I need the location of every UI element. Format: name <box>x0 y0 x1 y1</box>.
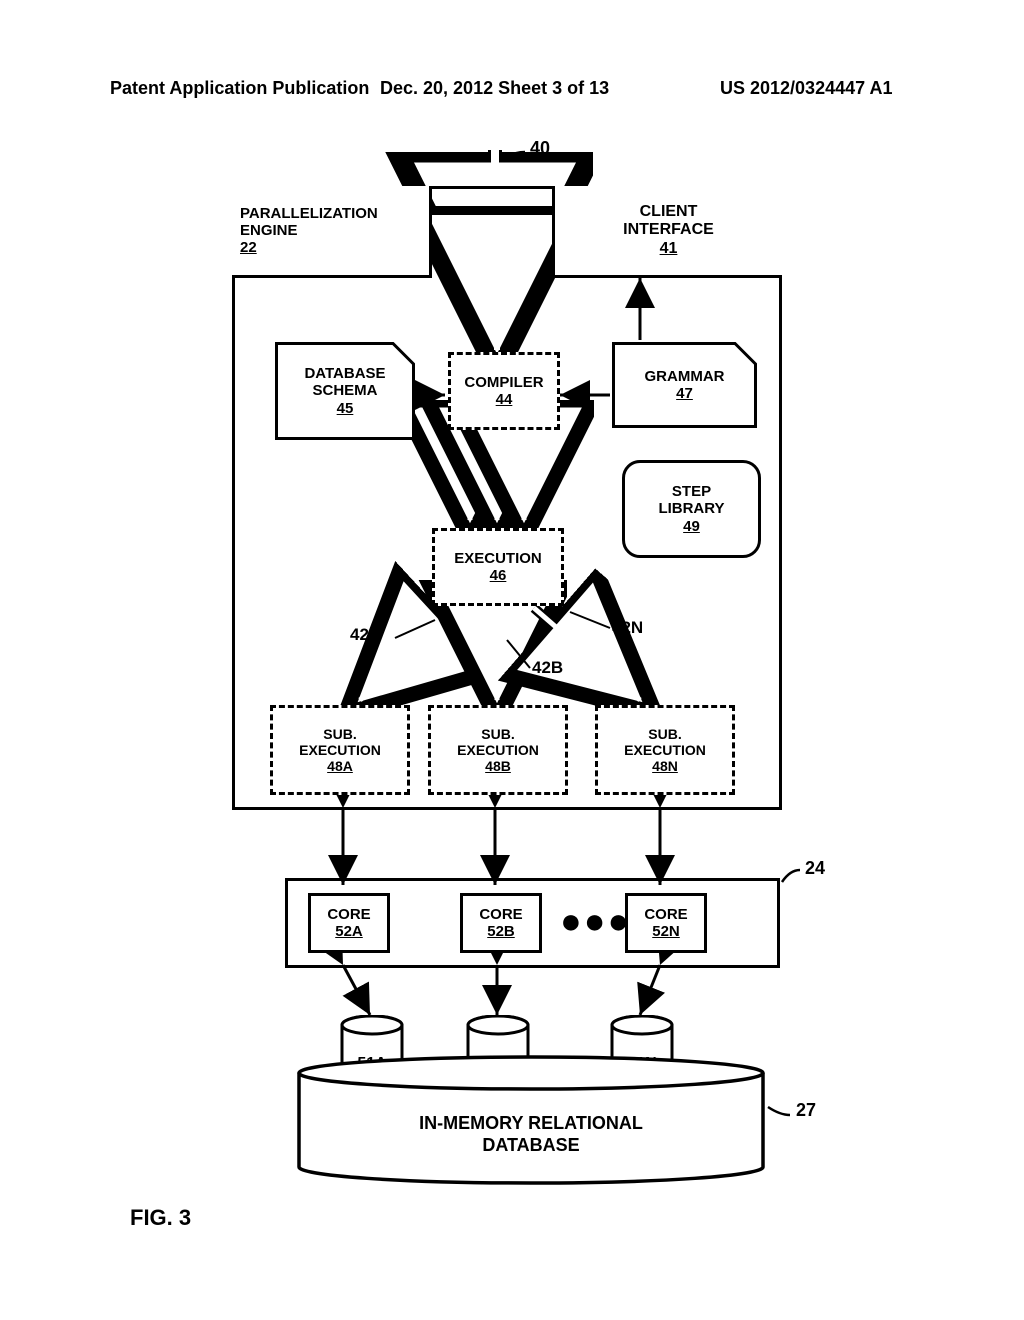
db-l1: IN-MEMORY RELATIONAL <box>296 1113 766 1135</box>
sub-exec-n-l2: EXECUTION <box>624 742 706 758</box>
execution-l1: EXECUTION <box>454 550 542 567</box>
schema-l1: DATABASE <box>304 365 385 382</box>
cores-ellipsis: ●●● <box>560 900 631 942</box>
compiler-l1: COMPILER <box>464 374 543 391</box>
ref-24: 24 <box>805 858 825 879</box>
grammar-doc: GRAMMAR 47 <box>612 342 757 428</box>
client-interface-l1: CLIENT <box>640 203 698 221</box>
ref-42b: 42B <box>532 658 563 678</box>
sub-exec-n-ref: 48N <box>652 758 678 774</box>
sub-exec-a-ref: 48A <box>327 758 353 774</box>
steplib-ref: 49 <box>683 518 700 535</box>
steplib-l1: STEP <box>672 483 711 500</box>
sub-exec-n: SUB. EXECUTION 48N <box>595 705 735 795</box>
core-n-label: CORE <box>644 906 687 923</box>
client-interface-ref: 41 <box>660 240 678 258</box>
header-left: Patent Application Publication <box>110 78 369 99</box>
compiler-box: COMPILER 44 <box>448 352 560 430</box>
sub-exec-n-l1: SUB. <box>648 726 681 742</box>
sub-exec-b-l1: SUB. <box>481 726 514 742</box>
ref-40: 40 <box>530 138 550 159</box>
page: Patent Application Publication Dec. 20, … <box>0 0 1024 1320</box>
schema-l2: SCHEMA <box>304 382 385 399</box>
schema-ref: 45 <box>304 400 385 417</box>
core-a-ref: 52A <box>335 923 363 940</box>
ref-42a: 42A <box>350 625 381 645</box>
core-b: CORE 52B <box>460 893 542 953</box>
client-interface-box: CLIENT INTERFACE 41 <box>552 186 782 278</box>
database-schema-doc: DATABASE SCHEMA 45 <box>275 342 415 440</box>
core-b-label: CORE <box>479 906 522 923</box>
ref-42n: 42N <box>612 618 643 638</box>
client-interface-l2: INTERFACE <box>623 221 714 239</box>
engine-title-l1: PARALLELIZATION <box>240 205 378 222</box>
core-a-label: CORE <box>327 906 370 923</box>
engine-title-l2: ENGINE <box>240 222 298 239</box>
sub-exec-a-l2: EXECUTION <box>299 742 381 758</box>
sub-exec-b-ref: 48B <box>485 758 511 774</box>
step-library-box: STEP LIBRARY 49 <box>622 460 761 558</box>
engine-ref: 22 <box>240 239 257 256</box>
core-b-ref: 52B <box>487 923 515 940</box>
core-n-ref: 52N <box>652 923 680 940</box>
sub-exec-b-l2: EXECUTION <box>457 742 539 758</box>
grammar-l1: GRAMMAR <box>645 368 725 385</box>
core-a: CORE 52A <box>308 893 390 953</box>
sub-exec-a: SUB. EXECUTION 48A <box>270 705 410 795</box>
sub-exec-a-l1: SUB. <box>323 726 356 742</box>
compiler-ref: 44 <box>496 391 513 408</box>
header-mid: Dec. 20, 2012 Sheet 3 of 13 <box>380 78 609 99</box>
execution-ref: 46 <box>490 567 507 584</box>
db-l2: DATABASE <box>296 1135 766 1157</box>
execution-box: EXECUTION 46 <box>432 528 564 606</box>
figure-label: FIG. 3 <box>130 1205 191 1231</box>
ref-27: 27 <box>796 1100 816 1121</box>
core-n: CORE 52N <box>625 893 707 953</box>
grammar-ref: 47 <box>645 385 725 402</box>
header-right: US 2012/0324447 A1 <box>720 78 892 99</box>
engine-title: PARALLELIZATION ENGINE 22 <box>232 186 432 278</box>
in-memory-db-cylinder: IN-MEMORY RELATIONAL DATABASE <box>296 1055 766 1185</box>
sub-exec-b: SUB. EXECUTION 48B <box>428 705 568 795</box>
steplib-l2: LIBRARY <box>658 500 724 517</box>
